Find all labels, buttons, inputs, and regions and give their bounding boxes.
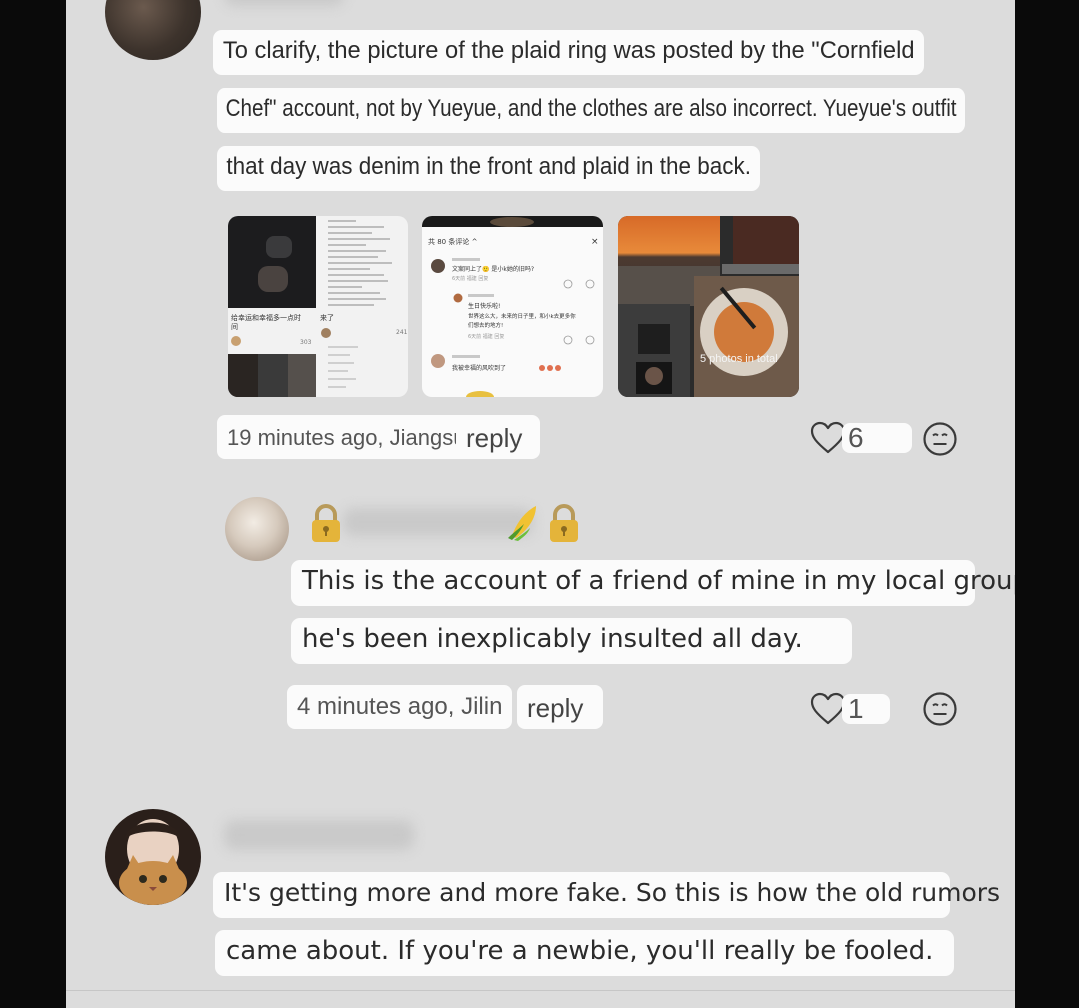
thumbnail-caption: 给幸运和幸福多一点时 xyxy=(231,313,301,322)
heart-icon xyxy=(810,692,846,725)
image-thumbnail[interactable]: 共 80 条评论 ^ × 文案同上了🙂 是小k她的旧吗? 6天前 福建 回复 生… xyxy=(422,216,603,397)
thumbnail-caption: 文案同上了🙂 是小k她的旧吗? xyxy=(452,265,534,273)
corn-icon xyxy=(508,506,536,541)
avatar[interactable] xyxy=(105,0,201,60)
comment-panel: To clarify, the picture of the plaid rin… xyxy=(66,0,1015,1008)
name-badges xyxy=(308,502,588,544)
thumbnail-caption: 6天前 福建 回复 xyxy=(468,333,504,340)
comment-text-line: It's getting more and more fake. So this… xyxy=(213,872,1000,918)
like-button[interactable]: 6 xyxy=(810,421,912,455)
heart-icon xyxy=(810,421,846,454)
lock-icon xyxy=(550,504,578,542)
username[interactable] xyxy=(224,820,414,850)
thumbnail-caption: 241 xyxy=(396,329,408,336)
emoji-reaction-button[interactable] xyxy=(922,691,958,732)
comment-text-line: To clarify, the picture of the plaid rin… xyxy=(213,30,924,75)
thumbnail-content: 5 photos in total xyxy=(618,216,799,397)
username[interactable] xyxy=(224,0,344,6)
like-button[interactable]: 1 xyxy=(810,692,890,726)
comment-text-line: he's been inexplicably insulted all day. xyxy=(291,618,852,664)
thumbnail-content: 共 80 条评论 ^ × 文案同上了🙂 是小k她的旧吗? 6天前 福建 回复 生… xyxy=(422,216,603,397)
reply-button[interactable]: reply xyxy=(517,685,603,729)
thumbnail-caption: 共 80 条评论 ^ xyxy=(428,237,478,246)
comment-timestamp: 19 minutes ago, Jiangsu xyxy=(217,415,476,459)
photo-count-overlay: 5 photos in total xyxy=(700,353,778,365)
like-count: 1 xyxy=(842,694,890,724)
reply-button[interactable]: reply xyxy=(456,415,540,459)
neutral-face-icon xyxy=(923,422,957,456)
thumbnail-caption: 303 xyxy=(300,339,312,346)
comment-text-line: Chef" account, not by Yueyue, and the cl… xyxy=(217,88,966,133)
comment-text-line: that day was denim in the front and plai… xyxy=(217,146,760,191)
neutral-face-icon xyxy=(923,692,957,726)
thumbnail-content: 给幸运和幸福多一点时 间 来了 303 241 xyxy=(228,216,408,397)
like-count: 6 xyxy=(842,423,912,453)
thumbnail-caption: 世界这么大，未来的日子里，和小k去更多你 xyxy=(468,312,576,320)
emoji-reaction-button[interactable] xyxy=(922,421,958,462)
svg-text:×: × xyxy=(591,237,599,247)
comment-text-line: This is the account of a friend of mine … xyxy=(291,560,1015,606)
avatar[interactable] xyxy=(225,497,289,561)
comment-text-line: came about. If you're a newbie, you'll r… xyxy=(215,930,954,976)
divider xyxy=(66,990,1015,991)
avatar[interactable] xyxy=(105,809,201,905)
image-thumbnail[interactable]: 5 photos in total xyxy=(618,216,799,397)
thumbnail-caption: 间 xyxy=(231,323,238,331)
image-thumbnail[interactable]: 给幸运和幸福多一点时 间 来了 303 241 xyxy=(228,216,408,397)
thumbnail-caption: 生日快乐啦! xyxy=(468,302,500,310)
thumbnail-caption: 来了 xyxy=(320,314,334,322)
lock-icon xyxy=(312,504,340,542)
thumbnail-caption: 我被幸福的风吹到了 xyxy=(452,364,506,372)
comment-timestamp: 4 minutes ago, Jilin xyxy=(287,685,513,729)
thumbnail-caption: 6天前 福建 回复 xyxy=(452,275,488,282)
avatar-image xyxy=(119,819,187,905)
thumbnail-caption: 们想去的地方! xyxy=(468,321,503,329)
